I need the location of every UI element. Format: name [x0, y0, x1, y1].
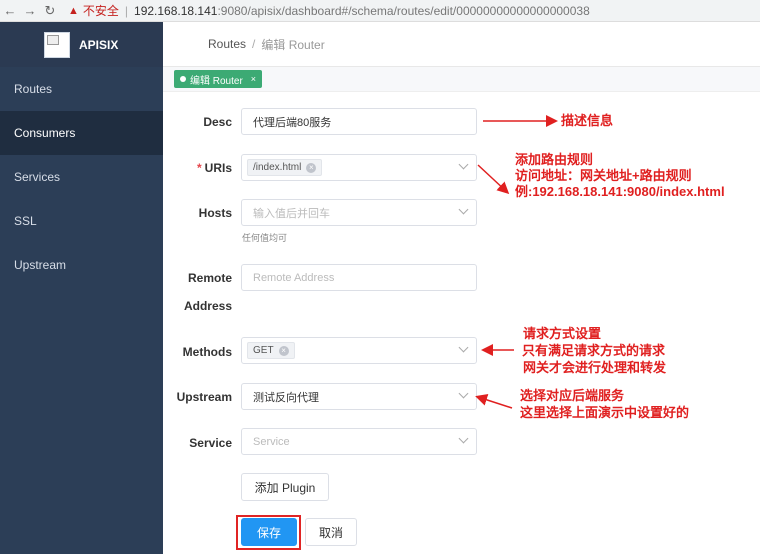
url-text: 192.168.18.141:9080/apisix/dashboard#/sc… — [134, 4, 590, 18]
url-path: :9080/apisix/dashboard#/schema/routes/ed… — [217, 3, 590, 18]
hosts-hint: 任何值均可 — [242, 233, 288, 243]
upstream-value: 测试反向代理 — [253, 391, 319, 404]
sidebar-item-consumers[interactable]: Consumers — [0, 111, 163, 155]
back-arrow-icon[interactable]: ← — [0, 3, 20, 18]
chip-remove-icon[interactable]: × — [278, 345, 289, 356]
sidebar: APISIX Routes Consumers Services SSL Ups… — [0, 22, 163, 554]
chevron-down-icon — [458, 433, 469, 444]
active-dot-icon — [180, 76, 186, 82]
logo-text: APISIX — [79, 37, 119, 52]
logo-area: APISIX — [0, 22, 163, 67]
chevron-down-icon — [458, 204, 469, 215]
desc-label: Desc — [203, 115, 232, 129]
upstream-arrow — [475, 394, 513, 409]
uri-chip: /index.html × — [247, 159, 323, 176]
service-placeholder: Service — [253, 435, 290, 448]
methods-label: Methods — [182, 345, 232, 359]
chevron-down-icon — [458, 342, 469, 353]
uris-annotation-line2: 访问地址：网关地址+路由规则 — [515, 168, 692, 183]
desc-value: 代理后端80服务 — [253, 116, 332, 129]
methods-annotation-line3: 网关才会进行处理和转发 — [523, 360, 667, 375]
breadcrumb-separator: / — [252, 37, 256, 51]
uris-select[interactable]: /index.html × — [241, 154, 477, 181]
address-bar[interactable]: ▲ 不安全 | 192.168.18.141:9080/apisix/dashb… — [68, 2, 590, 19]
breadcrumb-routes[interactable]: Routes — [208, 37, 246, 51]
url-host: 192.168.18.141 — [134, 3, 218, 18]
reload-icon[interactable]: ↻ — [40, 3, 60, 19]
upstream-annotation-line1: 选择对应后端服务 — [520, 388, 625, 403]
insecure-label: 不安全 — [82, 4, 119, 18]
uris-annotation-line3: 例:192.168.18.141:9080/index.html — [515, 184, 725, 199]
hosts-select[interactable]: 输入值后并回车 — [241, 199, 477, 226]
remote-address-input[interactable]: Remote Address — [241, 264, 477, 291]
tags-view-bar: 编辑 Router × — [163, 67, 760, 92]
remote-label: Remote — [187, 271, 232, 285]
browser-toolbar: ← → ↻ ▲ 不安全 | 192.168.18.141:9080/apisix… — [0, 0, 760, 22]
service-select[interactable]: Service — [241, 428, 477, 455]
hosts-label: Hosts — [198, 206, 232, 220]
tab-edit-router[interactable]: 编辑 Router × — [174, 70, 263, 88]
logo-image-icon — [44, 31, 70, 58]
remote-address-placeholder: Remote Address — [253, 271, 335, 284]
forward-arrow-icon[interactable]: → — [20, 3, 40, 18]
address-label: Address — [183, 299, 232, 313]
methods-annotation-line1: 请求方式设置 — [523, 326, 602, 341]
sidebar-item-routes[interactable]: Routes — [0, 67, 163, 111]
sidebar-item-ssl[interactable]: SSL — [0, 199, 163, 243]
upstream-label: Upstream — [176, 390, 232, 404]
warning-triangle-icon: ▲ — [68, 4, 79, 17]
methods-annotation-line2: 只有满足请求方式的请求 — [522, 343, 666, 358]
address-divider: | — [124, 3, 129, 18]
breadcrumb-current: 编辑 Router — [261, 37, 325, 52]
sidebar-item-upstream[interactable]: Upstream — [0, 243, 163, 287]
tab-label: 编辑 Router — [190, 75, 243, 87]
sidebar-item-services[interactable]: Services — [0, 155, 163, 199]
uris-label: * URIs — [180, 161, 232, 175]
upstream-annotation-line2: 这里选择上面演示中设置好的 — [520, 405, 690, 420]
uris-label-text: URIs — [204, 161, 232, 175]
close-icon[interactable]: × — [251, 74, 256, 84]
hosts-placeholder: 输入值后并回车 — [253, 207, 330, 220]
upstream-select[interactable]: 测试反向代理 — [241, 383, 477, 410]
uris-annotation-line1: 添加路由规则 — [515, 152, 594, 167]
save-button[interactable]: 保存 — [241, 518, 297, 546]
uris-arrow — [477, 164, 510, 195]
add-plugin-button[interactable]: 添加 Plugin — [241, 473, 329, 501]
method-chip: GET × — [247, 342, 295, 359]
required-mark: * — [196, 161, 202, 175]
service-label: Service — [189, 436, 232, 450]
uri-chip-text: /index.html — [253, 162, 302, 173]
chevron-down-icon — [458, 388, 469, 399]
method-chip-text: GET — [253, 345, 274, 356]
desc-input[interactable]: 代理后端80服务 — [241, 108, 477, 135]
chevron-down-icon — [458, 159, 469, 170]
chip-remove-icon[interactable]: × — [306, 162, 317, 173]
breadcrumb: Routes / 编辑 Router — [163, 22, 760, 67]
cancel-button[interactable]: 取消 — [305, 518, 357, 546]
desc-annotation: 描述信息 — [561, 113, 614, 128]
methods-select[interactable]: GET × — [241, 337, 477, 364]
